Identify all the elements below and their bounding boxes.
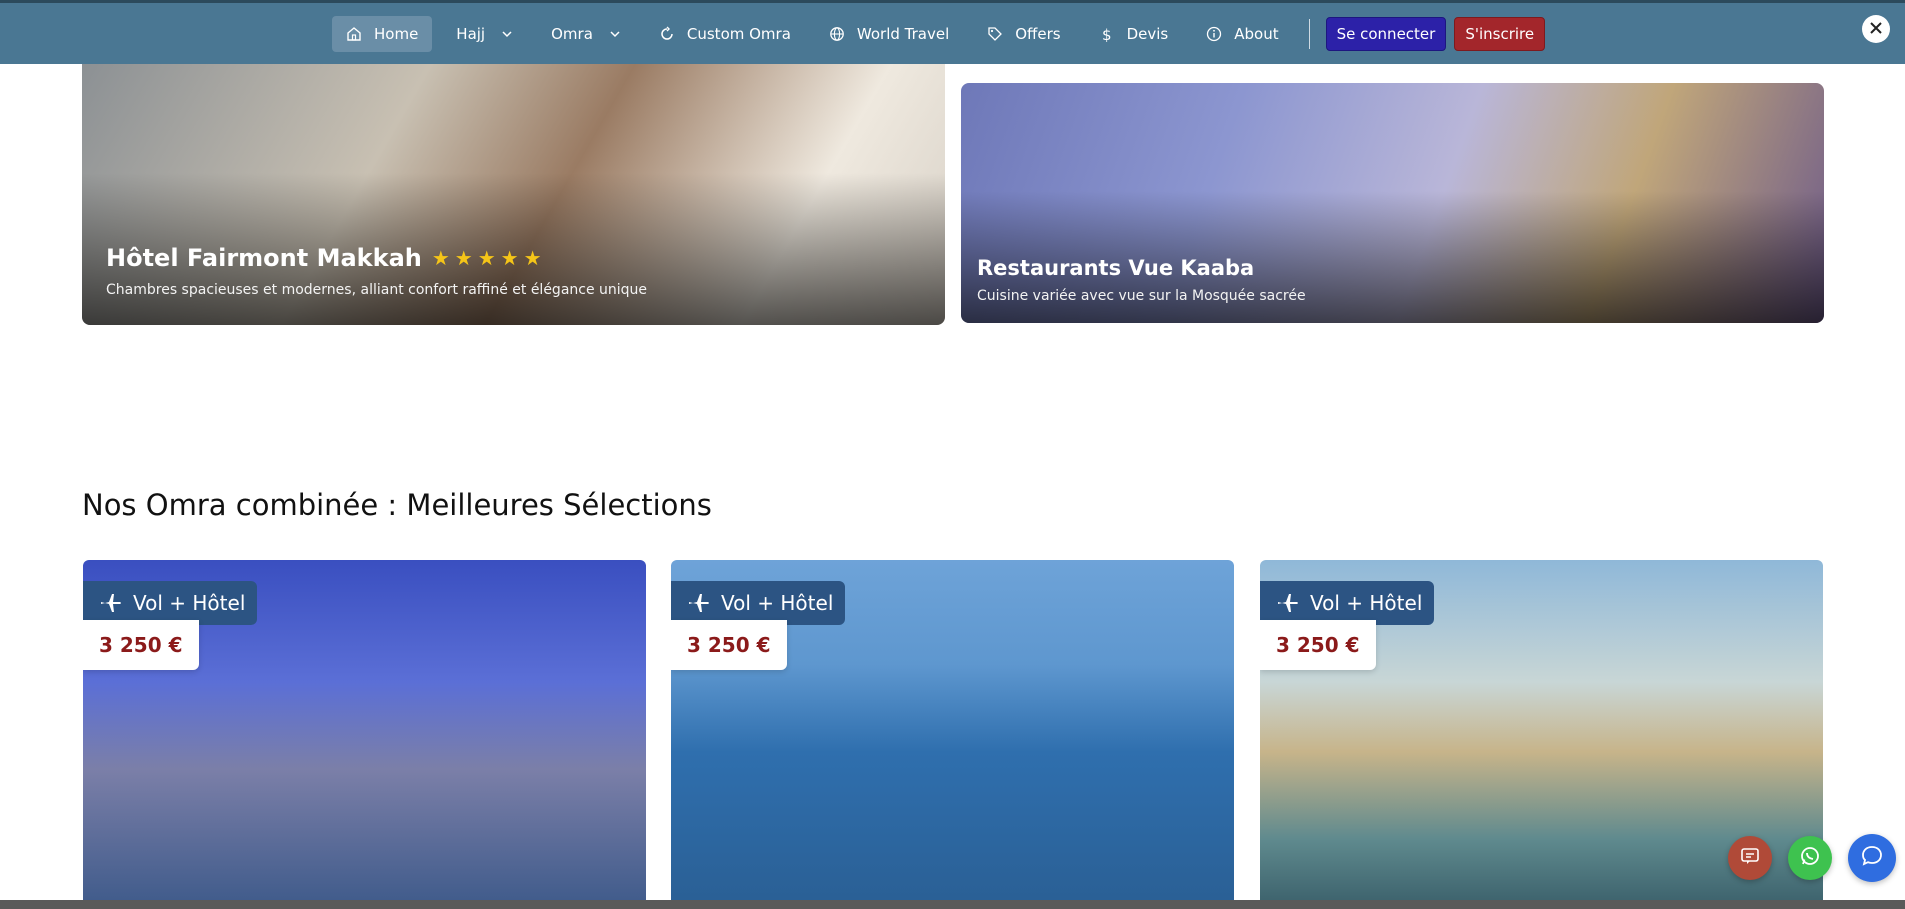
hotel-title: Hôtel Fairmont Makkah — [106, 244, 422, 272]
price-tag: 3 250 € — [83, 620, 199, 670]
restaurant-feature-card[interactable]: Restaurants Vue Kaaba Cuisine variée ave… — [961, 83, 1824, 323]
dollar-icon: $ — [1099, 26, 1115, 42]
info-icon — [1206, 26, 1222, 42]
badge-label: Vol + Hôtel — [133, 591, 246, 615]
airplane-icon — [687, 591, 711, 615]
omra-card[interactable]: Vol + Hôtel 3 250 € — [83, 560, 646, 909]
nav-item-label: Offers — [1015, 25, 1061, 43]
whatsapp-icon — [1798, 844, 1822, 872]
star-icon: ★ — [431, 246, 450, 270]
globe-icon — [829, 26, 845, 42]
login-button[interactable]: Se connecter — [1325, 17, 1447, 51]
nav-item-about[interactable]: About — [1192, 16, 1292, 52]
message-button[interactable] — [1728, 836, 1772, 880]
package-badge: Vol + Hôtel — [83, 581, 258, 625]
home-icon — [346, 26, 362, 42]
airplane-icon — [1276, 591, 1300, 615]
package-badge: Vol + Hôtel — [671, 581, 846, 625]
close-icon — [1869, 20, 1883, 39]
chat-button[interactable] — [1848, 834, 1896, 882]
register-button[interactable]: S'inscrire — [1454, 17, 1546, 51]
nav-item-label: Omra — [551, 25, 593, 43]
close-button[interactable] — [1862, 15, 1890, 43]
hotel-feature-card[interactable]: Hôtel Fairmont Makkah ★ ★ ★ ★ ★ Chambres… — [82, 48, 945, 325]
nav-item-hajj[interactable]: Hajj — [442, 16, 527, 52]
omra-card[interactable]: Vol + Hôtel 3 250 € — [671, 560, 1234, 909]
chat-icon — [1859, 843, 1885, 873]
nav-menu: Home Hajj Omra Custom Omra World Travel — [332, 16, 1546, 52]
nav-divider — [1308, 19, 1310, 49]
restaurant-description: Cuisine variée avec vue sur la Mosquée s… — [977, 288, 1306, 304]
refresh-icon — [659, 26, 675, 42]
star-icon: ★ — [454, 246, 473, 270]
price-tag: 3 250 € — [671, 620, 787, 670]
airplane-icon — [99, 591, 123, 615]
section-title: Nos Omra combinée : Meilleures Sélection… — [82, 488, 712, 522]
svg-text:$: $ — [1102, 26, 1112, 42]
tag-icon — [987, 26, 1003, 42]
nav-item-offers[interactable]: Offers — [973, 16, 1074, 52]
star-icon: ★ — [523, 246, 542, 270]
nav-item-devis[interactable]: $ Devis — [1085, 16, 1183, 52]
nav-item-label: Custom Omra — [686, 25, 791, 43]
star-icon: ★ — [477, 246, 496, 270]
nav-item-label: Home — [374, 25, 419, 43]
hotel-description: Chambres spacieuses et modernes, alliant… — [106, 282, 648, 298]
top-navbar: Home Hajj Omra Custom Omra World Travel — [0, 0, 1905, 64]
package-badge: Vol + Hôtel — [1260, 581, 1435, 625]
nav-item-home[interactable]: Home — [332, 16, 433, 52]
nav-item-omra[interactable]: Omra — [537, 16, 635, 52]
restaurant-title: Restaurants Vue Kaaba — [977, 256, 1255, 280]
nav-item-label: About — [1234, 25, 1279, 43]
badge-label: Vol + Hôtel — [1310, 591, 1423, 615]
nav-item-label: Devis — [1126, 25, 1169, 43]
nav-item-label: Hajj — [456, 25, 486, 43]
star-rating: ★ ★ ★ ★ ★ — [432, 246, 547, 270]
chevron-down-icon — [501, 28, 513, 40]
nav-item-world-travel[interactable]: World Travel — [815, 16, 963, 52]
nav-item-custom-omra[interactable]: Custom Omra — [645, 16, 805, 52]
chevron-down-icon — [609, 28, 621, 40]
message-icon — [1739, 845, 1761, 871]
horizontal-scrollbar[interactable] — [0, 900, 1905, 909]
nav-item-label: World Travel — [856, 25, 950, 43]
price-tag: 3 250 € — [1260, 620, 1376, 670]
star-icon: ★ — [500, 246, 519, 270]
hotel-title-row: Hôtel Fairmont Makkah ★ ★ ★ ★ ★ — [106, 244, 547, 272]
badge-label: Vol + Hôtel — [721, 591, 834, 615]
whatsapp-button[interactable] — [1788, 836, 1832, 880]
